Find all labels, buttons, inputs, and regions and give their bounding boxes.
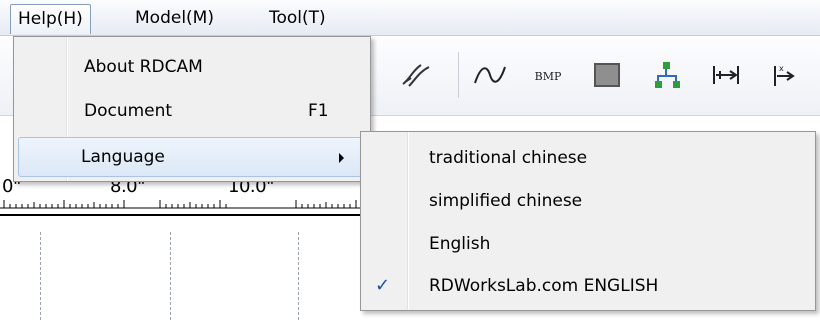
- submenu-arrow-icon: [339, 153, 344, 163]
- menu-item-label: Document: [84, 101, 173, 121]
- canvas-guide: [298, 232, 299, 320]
- bmp-label: BMP: [535, 70, 562, 83]
- menu-item-about[interactable]: About RDCAM: [18, 47, 366, 87]
- menu-bar: Help(H) Model(M) Tool(T): [0, 0, 820, 36]
- language-option-english[interactable]: English: [365, 224, 811, 264]
- menu-item-shortcut: F1: [308, 101, 329, 121]
- language-option-label: simplified chinese: [429, 191, 583, 211]
- svg-text:x: x: [779, 64, 784, 73]
- rectangle-icon[interactable]: [588, 55, 628, 95]
- canvas-guide: [170, 232, 171, 320]
- language-option-label: RDWorksLab.com ENGLISH: [429, 276, 659, 296]
- language-option-traditional-chinese[interactable]: traditional chinese: [365, 138, 811, 178]
- pen-icon[interactable]: [396, 55, 436, 95]
- language-submenu: traditional chinese simplified chinese E…: [360, 131, 816, 311]
- align-horizontal-icon[interactable]: [706, 55, 746, 95]
- align-left-icon[interactable]: x: [766, 55, 806, 95]
- language-option-label: English: [429, 234, 491, 254]
- language-option-simplified-chinese[interactable]: simplified chinese: [365, 181, 811, 221]
- menu-help[interactable]: Help(H): [10, 4, 91, 34]
- ruler-ticks: [0, 200, 390, 209]
- menu-model[interactable]: Model(M): [128, 4, 221, 34]
- check-icon: ✓: [375, 275, 391, 296]
- ruler-baseline: [0, 214, 360, 216]
- menu-tool[interactable]: Tool(T): [262, 4, 333, 34]
- menu-item-label: About RDCAM: [84, 57, 203, 77]
- bmp-icon[interactable]: BMP: [528, 55, 568, 95]
- language-option-rdworkslab-english[interactable]: ✓ RDWorksLab.com ENGLISH: [365, 266, 811, 306]
- toolbar-separator: [458, 52, 459, 98]
- canvas-guide: [40, 232, 41, 320]
- menu-item-language[interactable]: Language: [18, 137, 368, 177]
- language-option-label: traditional chinese: [429, 148, 588, 168]
- curve-icon[interactable]: [470, 55, 510, 95]
- node-icon[interactable]: [648, 55, 688, 95]
- menu-item-label: Language: [81, 147, 165, 167]
- help-menu: About RDCAM Document F1 Language: [13, 36, 371, 182]
- menu-item-document[interactable]: Document F1: [18, 91, 366, 131]
